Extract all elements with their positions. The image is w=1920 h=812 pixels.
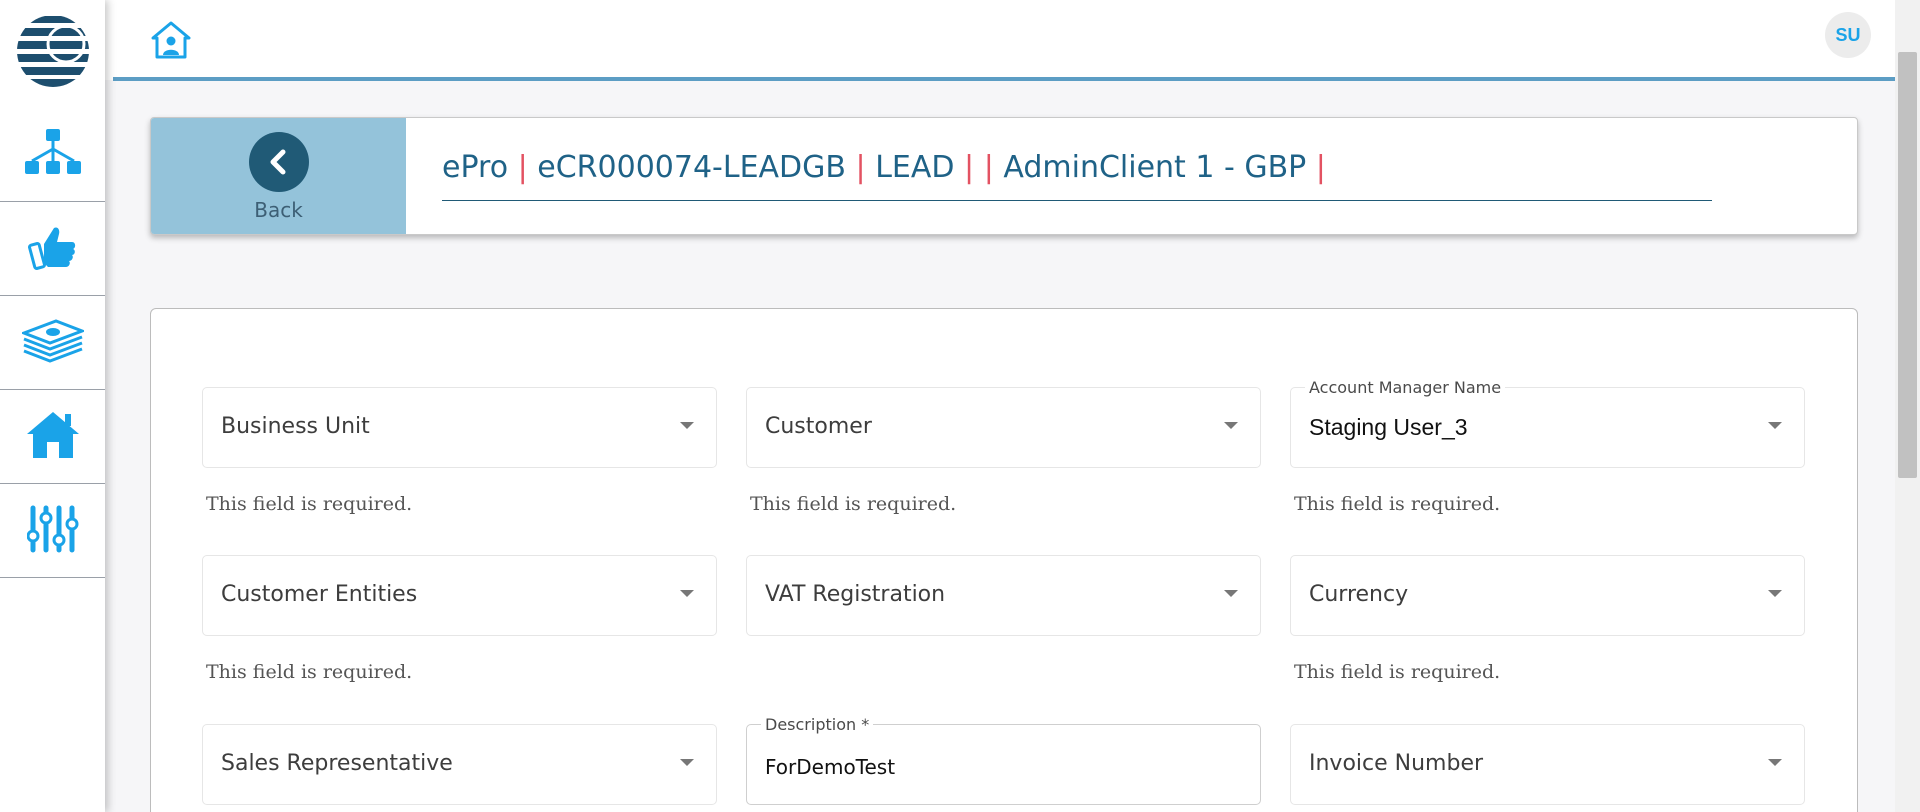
breadcrumb-app: ePro [442,150,509,185]
field-placeholder: Invoice Number [1309,751,1484,776]
caret-down-icon [1768,422,1782,429]
breadcrumb-client: AdminClient 1 - GBP [1003,150,1307,185]
field-placeholder: Customer [765,414,872,439]
top-bar-divider [113,77,1895,81]
breadcrumb-separator: | [1315,150,1326,185]
account-manager-error: This field is required. [1294,493,1501,515]
back-button[interactable]: Back [151,118,406,234]
sidebar-divider [0,577,105,578]
record-header: Back ePro | eCR000074-LEADGB | LEAD | | … [150,117,1858,235]
field-placeholder: VAT Registration [765,582,946,607]
description-input[interactable]: Description * ForDemoTest [746,715,1261,805]
home-user-icon [150,21,192,65]
scrollbar-thumb[interactable] [1898,52,1917,478]
org-chart-icon [23,127,83,182]
customer-error: This field is required. [750,493,957,515]
caret-down-icon [680,759,694,766]
sales-representative-select[interactable]: Sales Representative [202,724,717,805]
caret-down-icon [680,590,694,597]
field-label: Account Manager Name [1305,378,1506,397]
field-placeholder: Customer Entities [221,582,418,607]
caret-down-icon [1224,590,1238,597]
breadcrumb-record-id: eCR000074-LEADGB [537,150,846,185]
caret-down-icon [1768,759,1782,766]
customer-entities-select[interactable]: Customer Entities [202,555,717,636]
field-placeholder: Sales Representative [221,751,453,776]
currency-select[interactable]: Currency [1290,555,1805,636]
invoice-number-select[interactable]: Invoice Number [1290,724,1805,805]
customer-select[interactable]: Customer [746,387,1261,468]
customer-entities-error: This field is required. [206,661,413,683]
chevron-left-icon [248,132,309,192]
sidebar [0,0,105,812]
field-placeholder: Business Unit [221,414,370,439]
breadcrumb-separator: | [517,150,528,185]
caret-down-icon [1224,422,1238,429]
field-value: ForDemoTest [765,755,896,779]
top-bar [105,0,1895,80]
money-stack-icon [19,317,86,370]
sidebar-item-finance[interactable] [0,296,105,390]
field-label: Description * [761,715,874,734]
sliders-icon [26,504,79,559]
sidebar-item-settings[interactable] [0,484,105,578]
breadcrumb-separator: | [983,150,994,185]
home-button[interactable] [150,19,192,61]
breadcrumb: ePro | eCR000074-LEADGB | LEAD | | Admin… [442,150,1712,201]
lead-form: Business Unit This field is required. Cu… [150,308,1858,812]
thumbs-up-icon [27,222,78,277]
caret-down-icon [1768,590,1782,597]
sidebar-item-home[interactable] [0,390,105,484]
sidebar-item-approvals[interactable] [0,202,105,296]
sidebar-item-hierarchy[interactable] [0,107,105,201]
currency-error: This field is required. [1294,661,1501,683]
field-placeholder: Currency [1309,582,1409,607]
breadcrumb-stage: LEAD [875,150,955,185]
caret-down-icon [680,422,694,429]
home-icon [25,410,81,465]
account-manager-select[interactable]: Account Manager Name Staging User_3 [1290,378,1805,468]
user-avatar[interactable]: SU [1825,12,1871,58]
company-logo[interactable] [16,14,90,88]
breadcrumb-separator: | [855,150,866,185]
business-unit-error: This field is required. [206,493,413,515]
breadcrumb-separator: | [964,150,975,185]
back-label: Back [254,198,303,222]
vat-registration-select[interactable]: VAT Registration [746,555,1261,636]
field-value: Staging User_3 [1309,414,1468,440]
business-unit-select[interactable]: Business Unit [202,387,717,468]
